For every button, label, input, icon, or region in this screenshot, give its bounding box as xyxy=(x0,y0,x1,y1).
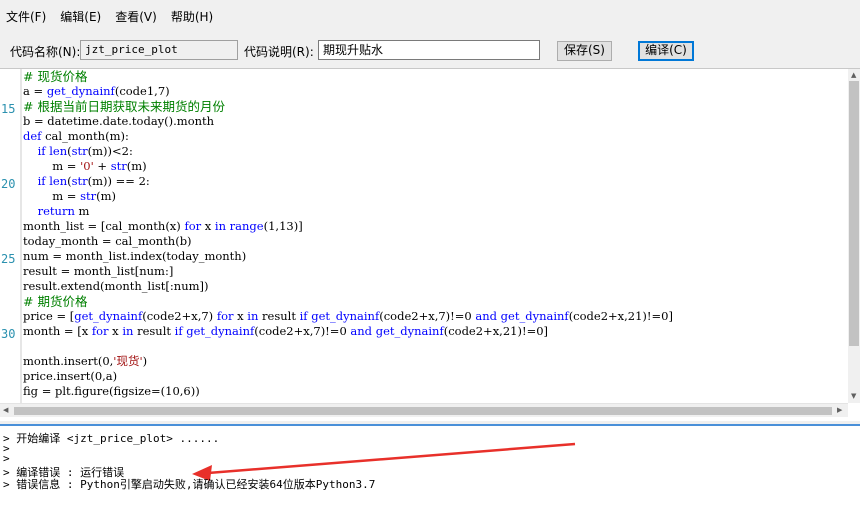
code-line[interactable]: num = month_list.index(today_month) xyxy=(23,249,848,264)
output-panel: > 开始编译 <jzt_price_plot> ...... > > > 编译错误 :… xyxy=(0,424,860,524)
vertical-scroll-thumb[interactable] xyxy=(849,81,859,346)
code-line[interactable]: # 根据当前日期获取未来期货的月份 xyxy=(23,99,848,114)
code-line[interactable]: fig = plt.figure(figsize=(10,6)) xyxy=(23,384,848,399)
code-line[interactable]: if len(str(m))<2: xyxy=(23,144,848,159)
code-line[interactable]: # 现货价格 xyxy=(23,69,848,84)
scroll-right-icon[interactable]: ▶ xyxy=(837,406,842,414)
line-number: 15 xyxy=(1,102,16,116)
code-area[interactable]: # 现货价格 a = get_dynainf(code1,7) # 根据当前日期获取… xyxy=(23,69,848,403)
code-desc-field[interactable]: 期现升贴水 xyxy=(318,40,540,60)
line-number: 30 xyxy=(1,327,16,341)
vertical-scrollbar[interactable]: ▲ ▼ xyxy=(848,69,860,403)
menu-bar: 文件(F) 编辑(E) 查看(V) 帮助(H) xyxy=(0,6,221,26)
scroll-down-icon[interactable]: ▼ xyxy=(851,392,856,400)
code-name-field[interactable]: jzt_price_plot xyxy=(80,40,238,60)
code-name-label: 代码名称(N): xyxy=(10,45,81,59)
code-line[interactable] xyxy=(23,339,848,354)
code-line[interactable]: month_list = [cal_month(x) for x in rang… xyxy=(23,219,848,234)
code-line[interactable]: price = [get_dynainf(code2+x,7) for x in… xyxy=(23,309,848,324)
code-line[interactable]: price.insert(0,a) xyxy=(23,369,848,384)
horizontal-scrollbar[interactable]: ◀ ▶ xyxy=(0,403,848,417)
code-line[interactable]: result = month_list[num:] xyxy=(23,264,848,279)
horizontal-scroll-thumb[interactable] xyxy=(14,407,832,415)
code-line[interactable]: month.insert(0,'现货') xyxy=(23,354,848,369)
menu-item-2[interactable]: 查看(V) xyxy=(109,6,165,26)
toolbar: 代码名称(N): jzt_price_plot 代码说明(R): 期现升贴水 保… xyxy=(0,36,860,64)
save-button[interactable]: 保存(S) xyxy=(557,41,612,61)
output-line: > 开始编译 <jzt_price_plot> ...... xyxy=(3,432,220,445)
fold-margin xyxy=(20,69,22,403)
code-line[interactable]: if len(str(m)) == 2: xyxy=(23,174,848,189)
code-line[interactable]: # 期货价格 xyxy=(23,294,848,309)
code-line[interactable]: def cal_month(m): xyxy=(23,129,848,144)
code-line[interactable]: month = [x for x in result if get_dynain… xyxy=(23,324,848,339)
code-line[interactable]: m = str(m) xyxy=(23,189,848,204)
compile-button[interactable]: 编译(C) xyxy=(638,41,694,61)
line-number: 20 xyxy=(1,177,16,191)
scroll-left-icon[interactable]: ◀ xyxy=(3,406,8,414)
code-line[interactable]: result.extend(month_list[:num]) xyxy=(23,279,848,294)
scroll-up-icon[interactable]: ▲ xyxy=(851,71,856,79)
line-number: 25 xyxy=(1,252,16,266)
menu-item-1[interactable]: 编辑(E) xyxy=(54,6,109,26)
line-number-gutter: 15 20 25 30 xyxy=(0,69,20,403)
code-editor[interactable]: 15 20 25 30 # 现货价格 a = get_dynainf(code1,7) #… xyxy=(0,68,860,421)
output-line: > 错误信息 : Python引擎启动失败,请确认已经安装64位版本Python… xyxy=(3,478,376,491)
menu-item-3[interactable]: 帮助(H) xyxy=(165,6,221,26)
menu-item-0[interactable]: 文件(F) xyxy=(0,6,54,26)
code-line[interactable]: today_month = cal_month(b) xyxy=(23,234,848,249)
code-desc-label: 代码说明(R): xyxy=(244,45,314,59)
code-line[interactable]: m = '0' + str(m) xyxy=(23,159,848,174)
code-line[interactable]: b = datetime.date.today().month xyxy=(23,114,848,129)
code-line[interactable]: a = get_dynainf(code1,7) xyxy=(23,84,848,99)
code-line[interactable]: return m xyxy=(23,204,848,219)
